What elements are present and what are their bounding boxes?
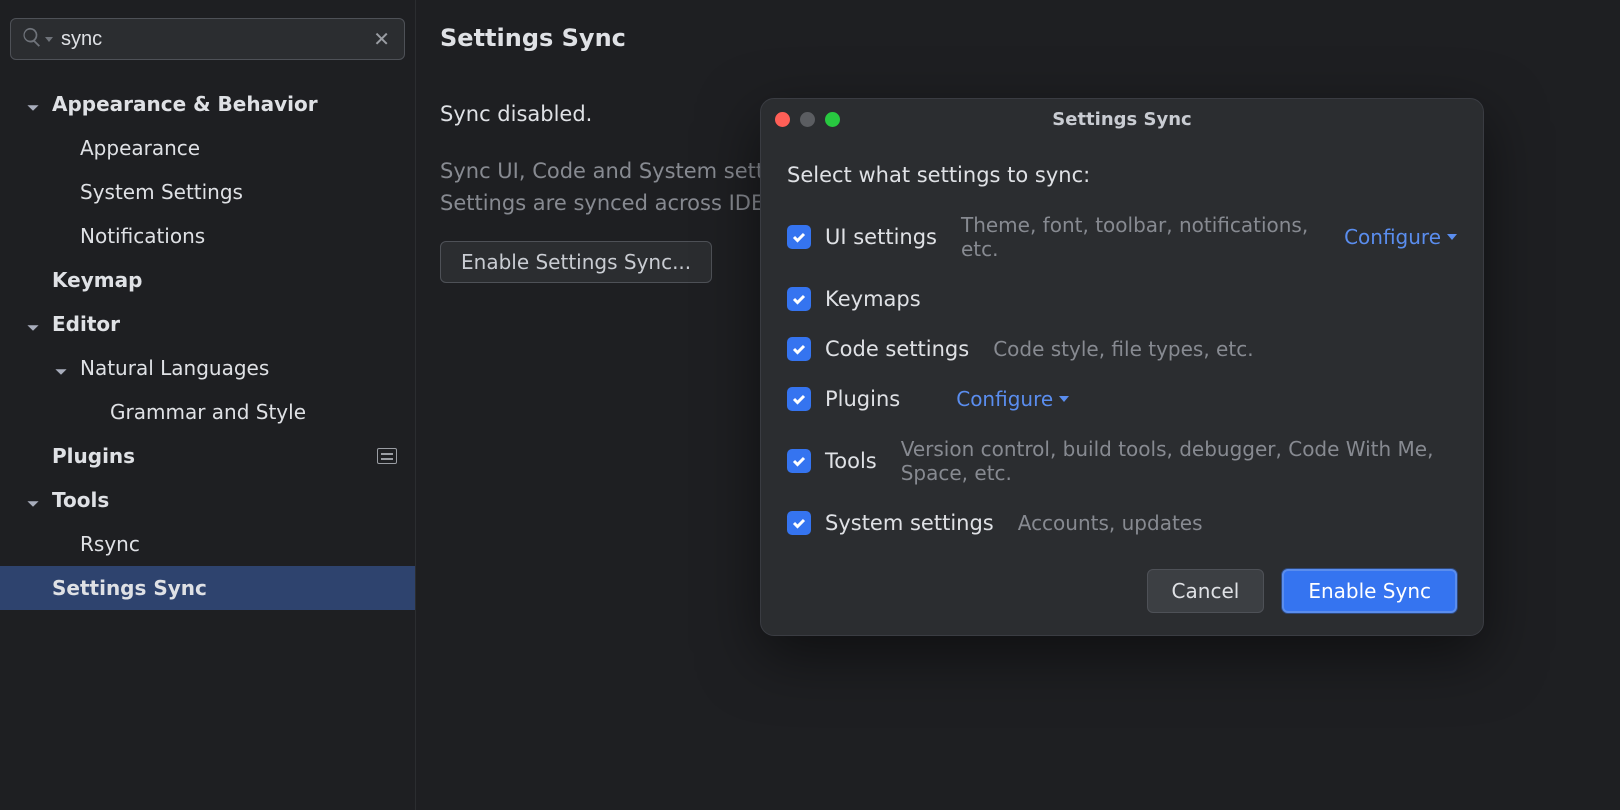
dialog-titlebar: Settings Sync [761,99,1483,139]
settings-sync-dialog: Settings Sync Select what settings to sy… [760,98,1484,636]
close-window-icon[interactable] [775,112,790,127]
option-system-settings: System settings Accounts, updates [787,511,1457,535]
plugins-badge-icon [377,448,397,464]
search-box[interactable]: ✕ [10,18,405,60]
clear-search-icon[interactable]: ✕ [369,27,394,51]
chevron-down-icon [1059,396,1069,402]
configure-label: Configure [1344,225,1441,249]
option-hint: Theme, font, toolbar, notifications, etc… [961,213,1344,261]
checkbox-code-settings[interactable] [787,337,811,361]
tree-label: Keymap [52,268,415,292]
option-tools: Tools Version control, build tools, debu… [787,437,1457,485]
tree-plugins[interactable]: Plugins [0,434,415,478]
option-label: UI settings [825,225,937,249]
option-label: System settings [825,511,994,535]
checkbox-ui-settings[interactable] [787,225,811,249]
dialog-prompt: Select what settings to sync: [787,163,1457,187]
option-ui-settings: UI settings Theme, font, toolbar, notifi… [787,213,1457,261]
tree-appearance-behavior[interactable]: Appearance & Behavior [0,82,415,126]
tree-label: Rsync [80,532,415,556]
chevron-down-icon [26,316,42,332]
tree-label: Plugins [52,444,377,468]
tree-label: Appearance & Behavior [52,92,415,116]
tree-label: Grammar and Style [110,400,415,424]
search-container: ✕ [0,0,415,70]
option-label: Code settings [825,337,969,361]
tree-label: Editor [52,312,415,336]
option-plugins: Plugins Configure [787,387,1457,411]
configure-ui-dropdown[interactable]: Configure [1344,225,1457,249]
tree-editor[interactable]: Editor [0,302,415,346]
search-icon [21,26,43,53]
chevron-down-icon [26,492,42,508]
dialog-title: Settings Sync [1052,109,1191,130]
cancel-button[interactable]: Cancel [1147,569,1265,613]
search-input[interactable] [61,28,369,51]
tree-system-settings[interactable]: System Settings [0,170,415,214]
option-label: Plugins [825,387,900,411]
tree-natural-languages[interactable]: Natural Languages [0,346,415,390]
dialog-footer: Cancel Enable Sync [787,561,1457,613]
window-controls [775,112,840,127]
option-code-settings: Code settings Code style, file types, et… [787,337,1457,361]
option-hint: Code style, file types, etc. [993,337,1457,361]
page-title: Settings Sync [440,24,1600,52]
tree-settings-sync[interactable]: Settings Sync [0,566,415,610]
tree-grammar-style[interactable]: Grammar and Style [0,390,415,434]
tree-keymap[interactable]: Keymap [0,258,415,302]
search-dropdown-caret-icon[interactable] [45,37,53,42]
settings-tree: Appearance & Behavior Appearance System … [0,70,415,610]
configure-label: Configure [956,387,1053,411]
tree-label: Settings Sync [52,576,415,600]
tree-label: Tools [52,488,415,512]
checkbox-keymaps[interactable] [787,287,811,311]
enable-settings-sync-button[interactable]: Enable Settings Sync... [440,241,712,283]
option-label: Keymaps [825,287,921,311]
configure-plugins-dropdown[interactable]: Configure [956,387,1069,411]
tree-appearance[interactable]: Appearance [0,126,415,170]
minimize-window-icon [800,112,815,127]
chevron-down-icon [1447,234,1457,240]
checkbox-system-settings[interactable] [787,511,811,535]
fullscreen-window-icon[interactable] [825,112,840,127]
settings-sidebar: ✕ Appearance & Behavior Appearance Syste… [0,0,416,810]
option-keymaps: Keymaps [787,287,1457,311]
checkbox-plugins[interactable] [787,387,811,411]
option-label: Tools [825,449,877,473]
chevron-down-icon [54,360,70,376]
tree-notifications[interactable]: Notifications [0,214,415,258]
checkbox-tools[interactable] [787,449,811,473]
tree-tools[interactable]: Tools [0,478,415,522]
option-hint: Version control, build tools, debugger, … [901,437,1457,485]
tree-label: Notifications [80,224,415,248]
tree-label: Natural Languages [80,356,415,380]
tree-label: Appearance [80,136,415,160]
enable-sync-button[interactable]: Enable Sync [1282,569,1457,613]
tree-rsync[interactable]: Rsync [0,522,415,566]
option-hint: Accounts, updates [1018,511,1457,535]
tree-label: System Settings [80,180,415,204]
chevron-down-icon [26,96,42,112]
